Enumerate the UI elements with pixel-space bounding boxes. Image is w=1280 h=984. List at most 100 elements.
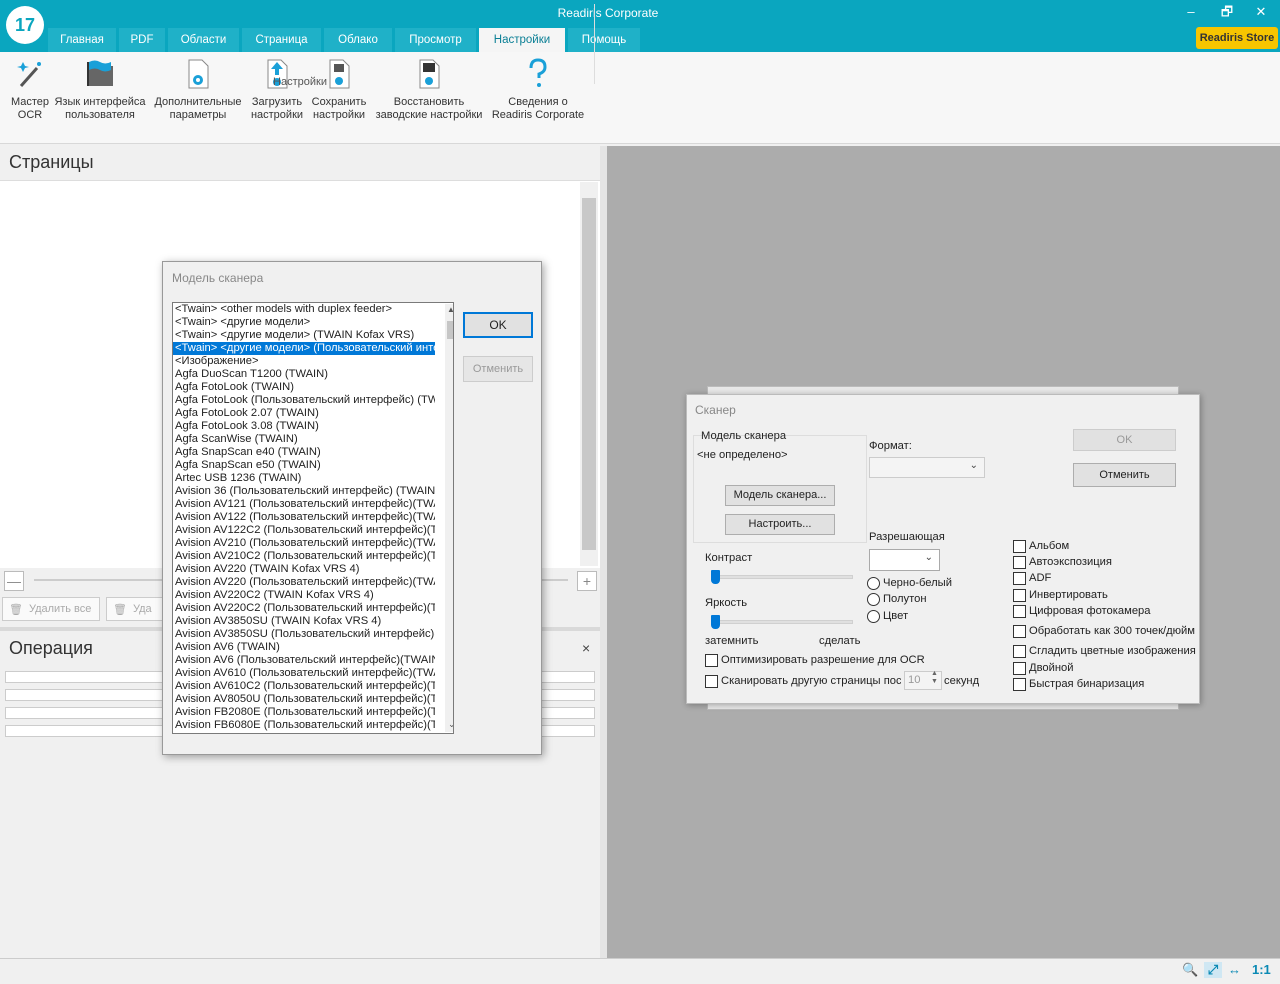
tab-view[interactable]: Просмотр: [395, 28, 476, 52]
list-item[interactable]: Avision AV220C2 (Пользовательский интерф…: [173, 602, 435, 615]
advanced-settings-button[interactable]: Дополнительные параметры: [150, 58, 246, 122]
list-item[interactable]: Agfa SnapScan e40 (TWAIN): [173, 446, 435, 459]
list-item[interactable]: Avision AV220C2 (TWAIN Kofax VRS 4): [173, 589, 435, 602]
list-item[interactable]: Avision AV3850SU (TWAIN Kofax VRS 4): [173, 615, 435, 628]
list-item[interactable]: Agfa DuoScan T1200 (TWAIN): [173, 368, 435, 381]
list-item[interactable]: <Twain> <other models with duplex feeder…: [173, 303, 435, 316]
store-button[interactable]: Readiris Store: [1196, 27, 1278, 49]
ok-button[interactable]: OK: [463, 312, 533, 338]
list-item[interactable]: Agfa ScanWise (TWAIN): [173, 433, 435, 446]
tab-cloud[interactable]: Облако: [324, 28, 392, 52]
scanner-model-button[interactable]: Модель сканера...: [725, 485, 835, 506]
delete-all-button[interactable]: 🗑 Удалить все: [2, 597, 100, 621]
autoexposure-checkbox[interactable]: [1013, 556, 1026, 569]
spin-arrows-icon[interactable]: ▲ ▼: [931, 670, 938, 686]
tab-settings[interactable]: Настройки: [479, 28, 565, 52]
restore-button[interactable]: 🗗: [1212, 2, 1242, 22]
adf-checkbox[interactable]: [1013, 572, 1026, 585]
brightness-slider[interactable]: [711, 620, 853, 624]
list-item[interactable]: Agfa FotoLook (Пользовательский интерфей…: [173, 394, 435, 407]
duplex-checkbox[interactable]: [1013, 662, 1026, 675]
seconds-stepper[interactable]: 10 ▲ ▼: [904, 670, 942, 690]
fast-binarization-checkbox[interactable]: [1013, 678, 1026, 691]
list-item[interactable]: <Twain> <другие модели> (TWAIN Kofax VRS…: [173, 329, 435, 342]
list-item[interactable]: Artec USB 1236 (TWAIN): [173, 472, 435, 485]
scan-next-page-checkbox[interactable]: [705, 675, 718, 688]
restore-defaults-button[interactable]: Восстановить заводские настройки: [370, 58, 488, 122]
scroll-up-icon[interactable]: ▲: [447, 305, 453, 314]
list-item[interactable]: Avision AV122C2 (Пользовательский интерф…: [173, 524, 435, 537]
tab-page[interactable]: Страница: [242, 28, 321, 52]
pages-scrollbar-thumb[interactable]: [582, 198, 596, 550]
contrast-slider-thumb[interactable]: [711, 570, 720, 584]
status-bar: [0, 958, 1280, 984]
minimize-button[interactable]: –: [1176, 2, 1206, 22]
smooth-color-checkbox[interactable]: [1013, 645, 1026, 658]
load-settings-button[interactable]: Загрузить настройки: [248, 58, 306, 122]
list-item[interactable]: Avision FB2080E (Пользовательский интерф…: [173, 706, 435, 719]
list-item[interactable]: Avision AV610C2 (Пользовательский интерф…: [173, 680, 435, 693]
close-button[interactable]: ✕: [1246, 2, 1276, 22]
zoom-ratio[interactable]: 1:1: [1252, 962, 1271, 977]
ribbon-label: Readiris Corporate: [491, 109, 585, 121]
list-item[interactable]: <Изображение>: [173, 355, 435, 368]
vertical-splitter[interactable]: [600, 146, 607, 958]
operation-close-icon[interactable]: ×: [582, 640, 590, 656]
list-item[interactable]: Avision AV220 (Пользовательский интерфей…: [173, 576, 435, 589]
resolution-select[interactable]: ⌄: [869, 549, 940, 571]
cancel-button[interactable]: Отменить: [463, 356, 533, 382]
save-settings-button[interactable]: Сохранить настройки: [308, 58, 370, 122]
scroll-down-icon[interactable]: ⌄: [448, 719, 453, 730]
bw-radio[interactable]: [867, 577, 880, 590]
list-item[interactable]: Avision AV6 (TWAIN): [173, 641, 435, 654]
fit-width-icon[interactable]: ↔: [1228, 962, 1241, 977]
contrast-slider[interactable]: [711, 575, 853, 579]
list-item[interactable]: <Twain> <другие модели>: [173, 316, 435, 329]
list-item[interactable]: Avision FB6080E (Пользовательский интерф…: [173, 719, 435, 732]
list-item[interactable]: Avision AV210C2 (Пользовательский интерф…: [173, 550, 435, 563]
list-item[interactable]: Agfa FotoLook 3.08 (TWAIN): [173, 420, 435, 433]
search-icon[interactable]: 🔍: [1182, 962, 1198, 978]
ok-button[interactable]: OK: [1073, 429, 1176, 451]
list-item[interactable]: <Twain> <другие модели> (Пользовательски…: [173, 342, 435, 355]
cancel-button[interactable]: Отменить: [1073, 463, 1176, 487]
list-item[interactable]: Avision AV121 (Пользовательский интерфей…: [173, 498, 435, 511]
zoom-in-button[interactable]: +: [577, 571, 597, 591]
color-label: Цвет: [883, 610, 909, 622]
delete-all-label: Удалить все: [28, 603, 92, 615]
ocr-wizard-button[interactable]: Мастер OCR: [6, 58, 54, 122]
digital-camera-checkbox[interactable]: [1013, 605, 1026, 618]
zoom-out-button[interactable]: —: [4, 571, 24, 591]
scanner-model-list[interactable]: <Twain> <other models with duplex feeder…: [172, 302, 454, 734]
tab-pdf[interactable]: PDF: [119, 28, 165, 52]
about-button[interactable]: Сведения о Readiris Corporate: [488, 58, 588, 122]
model-list-scrollbar[interactable]: [445, 304, 453, 732]
list-item[interactable]: Avision AV210 (Пользовательский интерфей…: [173, 537, 435, 550]
album-checkbox[interactable]: [1013, 540, 1026, 553]
list-item[interactable]: Agfa SnapScan e50 (TWAIN): [173, 459, 435, 472]
brightness-slider-thumb[interactable]: [711, 615, 720, 629]
tab-zones[interactable]: Области: [168, 28, 239, 52]
ui-language-button[interactable]: Язык интерфейса пользователя: [52, 58, 148, 122]
tab-home[interactable]: Главная: [48, 28, 116, 52]
model-list-scrollbar-thumb[interactable]: [447, 321, 453, 339]
grayscale-radio[interactable]: [867, 593, 880, 606]
list-item[interactable]: Agfa FotoLook 2.07 (TWAIN): [173, 407, 435, 420]
list-item[interactable]: Agfa FotoLook (TWAIN): [173, 381, 435, 394]
optimize-ocr-checkbox[interactable]: [705, 654, 718, 667]
format-select[interactable]: ⌄: [869, 457, 985, 478]
fit-page-icon[interactable]: ⤢: [1204, 962, 1222, 978]
invert-checkbox[interactable]: [1013, 589, 1026, 602]
color-radio[interactable]: [867, 610, 880, 623]
list-item[interactable]: Avision AV6 (Пользовательский интерфейс)…: [173, 654, 435, 667]
list-item[interactable]: Avision AV610 (Пользовательский интерфей…: [173, 667, 435, 680]
list-item[interactable]: Avision AV122 (Пользовательский интерфей…: [173, 511, 435, 524]
list-item[interactable]: Avision AV8050U (Пользовательский интерф…: [173, 693, 435, 706]
tab-help[interactable]: Помощь: [568, 28, 640, 52]
treat-300dpi-checkbox[interactable]: [1013, 625, 1026, 638]
list-item[interactable]: Avision AV3850SU (Пользовательский интер…: [173, 628, 435, 641]
list-item[interactable]: Avision AV220 (TWAIN Kofax VRS 4): [173, 563, 435, 576]
configure-button[interactable]: Настроить...: [725, 514, 835, 535]
list-item[interactable]: Avision 36 (Пользовательский интерфейс) …: [173, 485, 435, 498]
ribbon-label: Загрузить: [251, 96, 303, 108]
